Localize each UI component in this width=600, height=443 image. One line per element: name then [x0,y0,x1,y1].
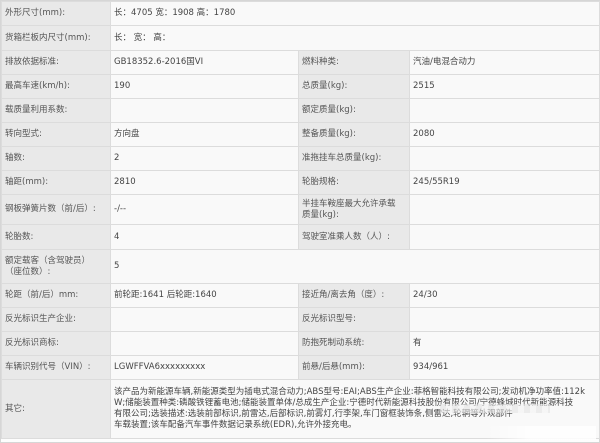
blurred-mosaic [440,404,550,413]
track-width-value: 前轮距:1641 后轮距:1640 [110,283,299,308]
semi-trailer-load-value [408,194,600,225]
vehicle-spec-sheet: 外形尺寸(mm): 长：4705 宽：1908 高：1780 货箱栏板内尺寸(m… [0,0,600,443]
reflector-maker-value [110,307,299,332]
emission-standard-value: GB18352.6-2016国VI [110,50,299,75]
reflector-model-label: 反光标识型号: [298,307,410,332]
table-row: 货箱栏板内尺寸(mm): 长： 宽： 高： [1,25,600,51]
approach-departure-value: 24/30 [408,283,600,308]
max-speed-value: 190 [110,74,299,99]
watermark-fade [486,426,596,440]
rated-seats-label-line: （座位数）: [5,266,51,277]
leaf-spring-value: -/-- [110,194,299,225]
abs-value: 有 [408,331,600,356]
reflector-brand-label: 反光标识商标: [1,331,111,356]
reflector-brand-value [110,331,299,356]
leaf-spring-label: 钢板弹簧片数（前/后）: [1,194,111,225]
table-row: 车辆识别代号（VIN）: LGWFFVA6xxxxxxxxx 前悬/后悬(mm)… [1,355,600,380]
total-mass-label: 总质量(kg): [298,74,410,99]
trailer-mass-value [408,146,600,171]
load-utilization-value [110,98,299,123]
cab-passengers-label: 驾驶室准乘人数（人）: [298,224,410,250]
semi-trailer-load-label-line: 质量(kg): [302,209,339,220]
other-label: 其它: [1,379,111,439]
fuel-type-value: 汽油/电混合动力 [408,50,600,75]
fuel-type-label: 燃料种类: [298,50,410,75]
overhang-label: 前悬/后悬(mm): [298,355,410,380]
curb-mass-label: 整备质量(kg): [298,122,410,147]
table-row: 轮距（前/后）mm: 前轮距:1641 后轮距:1640 接近角/离去角（度）:… [1,283,600,308]
tire-count-value: 4 [110,224,299,250]
table-row: 外形尺寸(mm): 长：4705 宽：1908 高：1780 [1,1,600,26]
rated-seats-value: 5 [109,249,600,284]
other-value-line: 该产品为新能源车辆,新能源类型为插电式混合动力;ABS型号:EAI;ABS生产企… [114,387,586,397]
total-mass-value: 2515 [408,74,600,99]
table-row: 载质量利用系数: 额定质量(kg): [1,98,600,123]
table-row: 反光标识生产企业: 反光标识型号: [1,307,600,332]
dimensions-value: 长：4705 宽：1908 高：1780 [109,1,600,26]
tire-spec-value: 245/55R19 [408,170,600,195]
wheelbase-value: 2810 [110,170,299,195]
axle-count-label: 轴数: [1,146,111,171]
table-row: 额定载客（含驾驶员） （座位数）: 5 [1,249,600,284]
overhang-value: 934/961 [408,355,600,380]
semi-trailer-load-label-line: 半挂车鞍座最大允许承载 [302,198,396,209]
trailer-mass-label: 准拖挂车总质量(kg): [298,146,410,171]
max-speed-label: 最高车速(km/h): [1,74,111,99]
tire-count-label: 轮胎数: [1,224,111,250]
axle-count-value: 2 [110,146,299,171]
reflector-model-value [408,307,600,332]
semi-trailer-load-label: 半挂车鞍座最大允许承载 质量(kg): [298,194,410,225]
tire-spec-label: 轮胎规格: [298,170,410,195]
abs-label: 防抱死制动系统: [298,331,410,356]
wheelbase-label: 轴距(mm): [1,170,111,195]
rated-seats-label-line: 额定载客（含驾驶员） [5,255,91,266]
track-width-label: 轮距（前/后）mm: [1,283,111,308]
table-row: 最高车速(km/h): 190 总质量(kg): 2515 [1,74,600,99]
steering-type-label: 转向型式: [1,122,111,147]
dimensions-label: 外形尺寸(mm): [1,1,111,26]
vin-label: 车辆识别代号（VIN）: [1,355,111,380]
cargo-dimensions-label: 货箱栏板内尺寸(mm): [1,25,111,51]
spec-table: 外形尺寸(mm): 长：4705 宽：1908 高：1780 货箱栏板内尺寸(m… [1,1,600,439]
vin-value: LGWFFVA6xxxxxxxxx [110,355,299,380]
curb-mass-value: 2080 [408,122,600,147]
cab-passengers-value [408,224,600,250]
cargo-dimensions-value: 长： 宽： 高： [109,25,600,51]
steering-type-value: 方向盘 [110,122,299,147]
reflector-maker-label: 反光标识生产企业: [1,307,111,332]
rated-mass-label: 额定质量(kg): [298,98,410,123]
rated-seats-label: 额定载客（含驾驶员） （座位数）: [1,249,111,284]
approach-departure-label: 接近角/离去角（度）: [298,283,410,308]
table-row: 反光标识商标: 防抱死制动系统: 有 [1,331,600,356]
table-row: 钢板弹簧片数（前/后）: -/-- 半挂车鞍座最大允许承载 质量(kg): [1,194,600,225]
rated-mass-value [408,98,600,123]
load-utilization-label: 载质量利用系数: [1,98,111,123]
table-row: 排放依据标准: GB18352.6-2016国VI 燃料种类: 汽油/电混合动力 [1,50,600,75]
table-row: 轴数: 2 准拖挂车总质量(kg): [1,146,600,171]
table-row: 转向型式: 方向盘 整备质量(kg): 2080 [1,122,600,147]
table-row: 轮胎数: 4 驾驶室准乘人数（人）: [1,224,600,250]
table-row: 轴距(mm): 2810 轮胎规格: 245/55R19 [1,170,600,195]
emission-standard-label: 排放依据标准: [1,50,111,75]
